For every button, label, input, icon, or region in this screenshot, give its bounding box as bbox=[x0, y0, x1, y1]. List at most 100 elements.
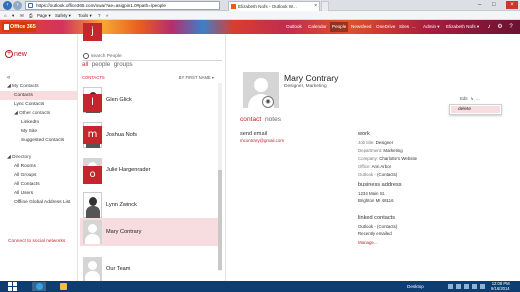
help-icon[interactable]: ? bbox=[98, 12, 100, 19]
link-button[interactable]: ↳ bbox=[470, 96, 474, 101]
safety-menu[interactable]: Safety ▾ bbox=[55, 12, 71, 19]
nav-item[interactable]: Offline Global Address List bbox=[0, 198, 77, 207]
feeds-icon[interactable]: ▾ bbox=[12, 12, 14, 19]
print-icon[interactable]: ⎙ bbox=[29, 12, 33, 19]
list-scrollbar-thumb[interactable] bbox=[218, 170, 222, 270]
nav-item[interactable]: Suggested Contacts bbox=[0, 136, 77, 145]
nav-more[interactable]: ... bbox=[410, 22, 418, 32]
nav-item[interactable]: All Groups bbox=[0, 171, 77, 180]
work-field-value: (Contacts) bbox=[377, 172, 398, 177]
gear-icon[interactable]: ⚙ bbox=[496, 23, 504, 31]
work-field-label: Job title: bbox=[358, 140, 375, 145]
browser-command-bar: ⌂ ▾ ✉ ⎙ Page ▾ Safety ▾ Tools ▾ ? » bbox=[0, 11, 520, 20]
contact-row[interactable]: Mary Contrary bbox=[80, 218, 220, 246]
alphabet-jump-tile[interactable]: l bbox=[83, 94, 102, 112]
flag-icon[interactable] bbox=[456, 284, 461, 289]
email-link[interactable]: mcontrary@gmail.com bbox=[240, 137, 284, 145]
tray-up-icon[interactable] bbox=[448, 284, 453, 289]
edit-button[interactable]: Edit bbox=[460, 96, 468, 101]
new-contact-button[interactable]: + new bbox=[5, 50, 27, 60]
work-field-label: Department: bbox=[358, 148, 383, 153]
work-field: Office: Ann Arbor bbox=[358, 163, 417, 171]
nav-item[interactable]: ◢ Directory bbox=[0, 153, 77, 162]
office365-logo[interactable]: Office 365 bbox=[2, 22, 36, 32]
nav-calendar[interactable]: Calendar bbox=[306, 22, 329, 32]
alphabet-jump-tile[interactable]: j bbox=[83, 23, 102, 41]
nav-newsfeed[interactable]: Newsfeed bbox=[349, 22, 373, 32]
desktop-toolbar[interactable]: Desktop bbox=[407, 282, 424, 291]
user-menu[interactable]: Elizabeth Nofs ▾ bbox=[446, 22, 479, 32]
close-window-button[interactable]: × bbox=[506, 1, 518, 9]
work-field-value: Charlotte's Website bbox=[379, 156, 418, 161]
more-actions-button[interactable]: ... bbox=[476, 96, 480, 101]
new-tab-button[interactable] bbox=[321, 1, 329, 11]
contact-list: Glen Glick Joshua Nofs Julie Hargenrader Ly… bbox=[80, 23, 220, 281]
nav-item[interactable]: Contacts bbox=[0, 91, 77, 100]
start-button[interactable] bbox=[5, 281, 19, 292]
linked-contacts-heading: linked contacts bbox=[358, 215, 396, 221]
browser-tab-active[interactable]: Elizabeth Nofs - Outlook W... × bbox=[228, 1, 320, 11]
nav-onedrive[interactable]: OneDrive bbox=[374, 22, 397, 32]
business-address-heading: business address bbox=[358, 182, 402, 188]
page-menu[interactable]: Page ▾ bbox=[37, 12, 51, 19]
nav-item[interactable]: All Contacts bbox=[0, 180, 77, 189]
help-icon[interactable]: ? bbox=[507, 23, 515, 31]
work-field-value: Designer bbox=[375, 140, 394, 145]
home-icon[interactable]: ⌂ bbox=[4, 12, 7, 19]
tools-menu[interactable]: Tools ▾ bbox=[78, 12, 92, 19]
office365-suite-bar: Office 365 Outlook Calendar People Newsf… bbox=[0, 20, 520, 34]
contact-actions: Edit ↳ ... bbox=[460, 96, 480, 102]
browser-titlebar: ‹ › https://outlook.office365.com/owa/?a… bbox=[0, 0, 520, 11]
collapse-nav-icon[interactable]: « bbox=[7, 75, 10, 81]
address-bar[interactable]: https://outlook.office365.com/owa/?ae=as… bbox=[25, 1, 220, 10]
nav-item[interactable]: Lync Contacts bbox=[0, 100, 77, 109]
system-clock[interactable]: 12:08 PM 9/16/2014 bbox=[491, 281, 510, 291]
clock-date: 9/16/2014 bbox=[491, 285, 510, 291]
keyboard-icon[interactable] bbox=[480, 284, 485, 289]
nav-item[interactable]: LinkedIn bbox=[0, 118, 77, 127]
nav-item[interactable]: My Site bbox=[0, 127, 77, 136]
volume-icon[interactable] bbox=[472, 284, 477, 289]
filter-all[interactable]: all bbox=[82, 61, 88, 68]
alphabet-jump-tile[interactable]: m bbox=[83, 126, 102, 144]
nav-item[interactable]: All Rooms bbox=[0, 162, 77, 171]
filter-pivots: all people groups bbox=[82, 61, 133, 68]
minimize-button[interactable]: – bbox=[478, 1, 481, 9]
filter-groups[interactable]: groups bbox=[114, 61, 133, 68]
contact-row[interactable]: Lynn Zwinck bbox=[80, 191, 220, 219]
file-explorer-taskbar-icon[interactable] bbox=[56, 282, 70, 291]
forward-button[interactable]: › bbox=[13, 1, 22, 10]
more-commands-icon[interactable]: » bbox=[106, 12, 108, 19]
nav-item[interactable]: ◢ My Contacts bbox=[0, 82, 77, 91]
filter-people[interactable]: people bbox=[92, 61, 111, 68]
lock-icon bbox=[28, 3, 33, 8]
contact-row[interactable]: Our Team bbox=[80, 255, 220, 283]
detail-tabs: contact notes bbox=[240, 116, 281, 123]
delete-menu-item[interactable]: delete bbox=[451, 106, 500, 113]
contact-subtitle: Designer, Marketing bbox=[284, 84, 327, 89]
nav-item[interactable]: ◢ Other contacts bbox=[0, 109, 77, 118]
tab-notes[interactable]: notes bbox=[265, 116, 281, 123]
connect-social-networks-link[interactable]: Connect to social networks bbox=[8, 239, 65, 244]
nav-item[interactable]: All Users bbox=[0, 189, 77, 198]
tab-contact[interactable]: contact bbox=[240, 116, 261, 123]
bell-icon[interactable]: ♪ bbox=[485, 23, 493, 31]
nav-outlook[interactable]: Outlook bbox=[284, 22, 304, 32]
back-button[interactable]: ‹ bbox=[3, 1, 12, 10]
nav-admin[interactable]: Admin ▾ bbox=[421, 22, 442, 32]
manage-linked-contacts-link[interactable]: Manage... bbox=[358, 239, 378, 247]
alphabet-jump-tile[interactable]: o bbox=[83, 166, 102, 184]
maximize-button[interactable]: □ bbox=[492, 1, 496, 9]
search-input[interactable]: search People bbox=[82, 52, 222, 61]
camera-icon[interactable]: ◉ bbox=[262, 96, 274, 108]
internet-explorer-taskbar-icon[interactable] bbox=[32, 282, 46, 291]
mail-icon[interactable]: ✉ bbox=[20, 12, 24, 19]
linked-contact-line-2: Recently emailed bbox=[358, 231, 392, 236]
address-line-2: Brighton MI 48116 bbox=[358, 198, 394, 203]
nav-people[interactable]: People bbox=[330, 22, 349, 32]
tab-close-icon[interactable]: × bbox=[314, 2, 317, 11]
network-icon[interactable] bbox=[464, 284, 469, 289]
contact-name: Joshua Nofs bbox=[106, 132, 138, 138]
contact-name: Lynn Zwinck bbox=[106, 202, 137, 208]
